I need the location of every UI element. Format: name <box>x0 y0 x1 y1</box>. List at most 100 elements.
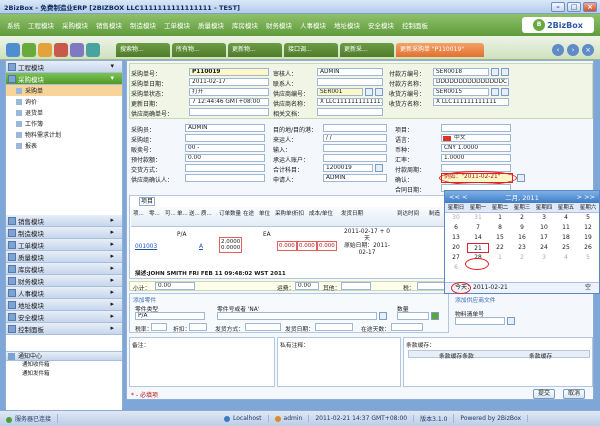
currency-select[interactable]: CNY 1.0000 <box>441 144 511 152</box>
calendar-day[interactable]: 8 <box>489 223 511 233</box>
discount-input[interactable] <box>189 323 207 331</box>
menu-item-5[interactable]: 工单模块 <box>160 20 194 30</box>
calendar-day[interactable]: 31 <box>467 213 489 223</box>
calendar-day[interactable]: 1 <box>489 253 511 263</box>
tab-next-icon[interactable]: › <box>567 44 579 56</box>
calendar-day[interactable]: 16 <box>511 233 533 243</box>
sidebar-module-1[interactable]: 制造模块 ▸ <box>6 227 122 239</box>
calendar-day[interactable]: 10 <box>533 223 555 233</box>
tab-3[interactable]: 接口调... <box>284 43 338 57</box>
rate-field[interactable]: 1.0000 <box>441 154 511 162</box>
print-icon[interactable] <box>70 43 84 57</box>
supplier-confirm-field[interactable] <box>189 108 269 116</box>
contact-field[interactable] <box>317 78 383 86</box>
grid-column-header[interactable]: 到达时间 <box>397 209 429 217</box>
grid-column-header[interactable]: 项... <box>133 209 149 217</box>
prev-year-button[interactable]: << <box>449 193 460 201</box>
menu-item-1[interactable]: 工程模块 <box>24 20 58 30</box>
forward-icon[interactable] <box>22 43 36 57</box>
calendar-day[interactable]: 23 <box>511 243 533 253</box>
calendar-day[interactable]: 14 <box>467 233 489 243</box>
calendar-day[interactable]: 30 <box>445 213 467 223</box>
related-doc-field[interactable] <box>317 108 383 116</box>
grid-column-header[interactable]: 零... <box>149 209 165 217</box>
calendar-day[interactable]: 26 <box>577 243 599 253</box>
private-notes-area[interactable]: 私有注释： <box>277 337 401 387</box>
language-select[interactable]: 中文 <box>441 134 511 142</box>
tab-1[interactable]: 所有物... <box>172 43 226 57</box>
minimize-icon[interactable]: – <box>551 2 565 12</box>
tab-2[interactable]: 更新物... <box>228 43 282 57</box>
calendar-day[interactable]: 6 <box>445 263 467 273</box>
notice-inbox[interactable]: 通知收件箱 <box>6 361 122 370</box>
deposit-field[interactable]: 0.00 <box>185 154 265 162</box>
applicant-field[interactable]: ADMIN <box>323 174 387 182</box>
edit-icon[interactable] <box>501 68 509 76</box>
grid-column-header[interactable]: 采购单价 <box>275 209 293 217</box>
cancel-button[interactable]: 取消 <box>563 389 586 399</box>
qty-cell[interactable]: 2.0000 0.0000 <box>219 237 243 253</box>
sidebar-module-7[interactable]: 地址模块 ▸ <box>6 299 122 311</box>
calendar-day[interactable]: 19 <box>577 233 599 243</box>
grid-column-header[interactable]: 送... <box>189 209 201 217</box>
calendar-day[interactable]: 6 <box>445 223 467 233</box>
sidebar-sub-item-1[interactable]: 询价 <box>6 96 122 107</box>
sidebar-item-purchasing[interactable]: 采购模块 ▾ <box>6 73 122 85</box>
sidebar-sub-item-3[interactable]: 工作簿 <box>6 118 122 129</box>
close-icon[interactable]: × <box>583 2 597 12</box>
menu-item-0[interactable]: 系统 <box>3 20 24 30</box>
calendar-day[interactable]: 4 <box>555 213 577 223</box>
grid-column-header[interactable]: 单位 <box>259 209 275 217</box>
grid-column-header[interactable]: 可... <box>165 209 177 217</box>
sidebar-module-4[interactable]: 库房模块 ▸ <box>6 263 122 275</box>
menu-item-4[interactable]: 制造模块 <box>126 20 160 30</box>
grid-column-header[interactable]: 折扣 <box>293 209 309 217</box>
menu-item-11[interactable]: 安全模块 <box>364 20 398 30</box>
calendar-day[interactable]: 3 <box>533 213 555 223</box>
sidebar-item-engineering[interactable]: 工程模块 ▾ <box>6 61 122 73</box>
tax-rate-input[interactable] <box>151 323 167 331</box>
submit-button[interactable]: 提交 <box>533 389 556 399</box>
carrier-field[interactable] <box>323 154 387 162</box>
calendar-day[interactable]: 4 <box>555 253 577 263</box>
supplier-no-field[interactable]: SER001 <box>317 88 363 96</box>
sidebar-sub-item-4[interactable]: 物料需求计划 <box>6 129 122 140</box>
menu-item-2[interactable]: 采购模块 <box>58 20 92 30</box>
notes-area[interactable]: 备注： <box>129 337 275 387</box>
notice-outbox[interactable]: 通知发件箱 <box>6 370 122 379</box>
project-field[interactable] <box>441 124 511 132</box>
supplier-file-label[interactable]: 添加供应商文件 <box>455 295 496 304</box>
menu-item-12[interactable]: 控制面板 <box>398 20 432 30</box>
next-month-button[interactable]: > <box>577 193 582 201</box>
edit-icon[interactable] <box>375 88 383 96</box>
search-icon[interactable] <box>491 88 499 96</box>
sidebar-module-9[interactable]: 控制面板 ▸ <box>6 323 122 335</box>
sidebar-module-0[interactable]: 销售模块 ▸ <box>6 215 122 227</box>
edit-icon[interactable] <box>501 88 509 96</box>
calendar-day[interactable]: 25 <box>555 243 577 253</box>
total-field[interactable]: 1200019 <box>323 164 373 172</box>
calendar-day[interactable]: 3 <box>533 253 555 263</box>
back-icon[interactable] <box>6 43 20 57</box>
material-no-input[interactable] <box>455 317 505 325</box>
grid-column-header[interactable]: 质... <box>201 209 219 217</box>
calendar-icon[interactable] <box>517 174 525 182</box>
terms-field[interactable] <box>185 164 265 172</box>
part-type-select[interactable]: P/A <box>135 312 205 320</box>
prev-month-button[interactable]: < <box>462 193 467 201</box>
transit-days-input[interactable] <box>391 323 423 331</box>
calendar-day[interactable]: 2 <box>511 253 533 263</box>
menu-item-7[interactable]: 库房模块 <box>228 20 262 30</box>
calendar-day[interactable]: 24 <box>533 243 555 253</box>
tab-4[interactable]: 更新采... <box>340 43 394 57</box>
search-icon[interactable] <box>379 312 387 320</box>
ship-date-input[interactable] <box>315 323 353 331</box>
buy-group-field[interactable] <box>185 134 265 142</box>
menu-item-9[interactable]: 人事模块 <box>296 20 330 30</box>
tab-items[interactable]: 项目 <box>139 197 155 206</box>
calendar-day[interactable]: 22 <box>489 243 511 253</box>
discount-cell[interactable]: 0.000 <box>297 241 317 251</box>
tab-prev-icon[interactable]: ‹ <box>552 44 564 56</box>
clear-button[interactable]: 空 <box>585 283 591 293</box>
grid-column-header[interactable]: 单... <box>177 209 189 217</box>
